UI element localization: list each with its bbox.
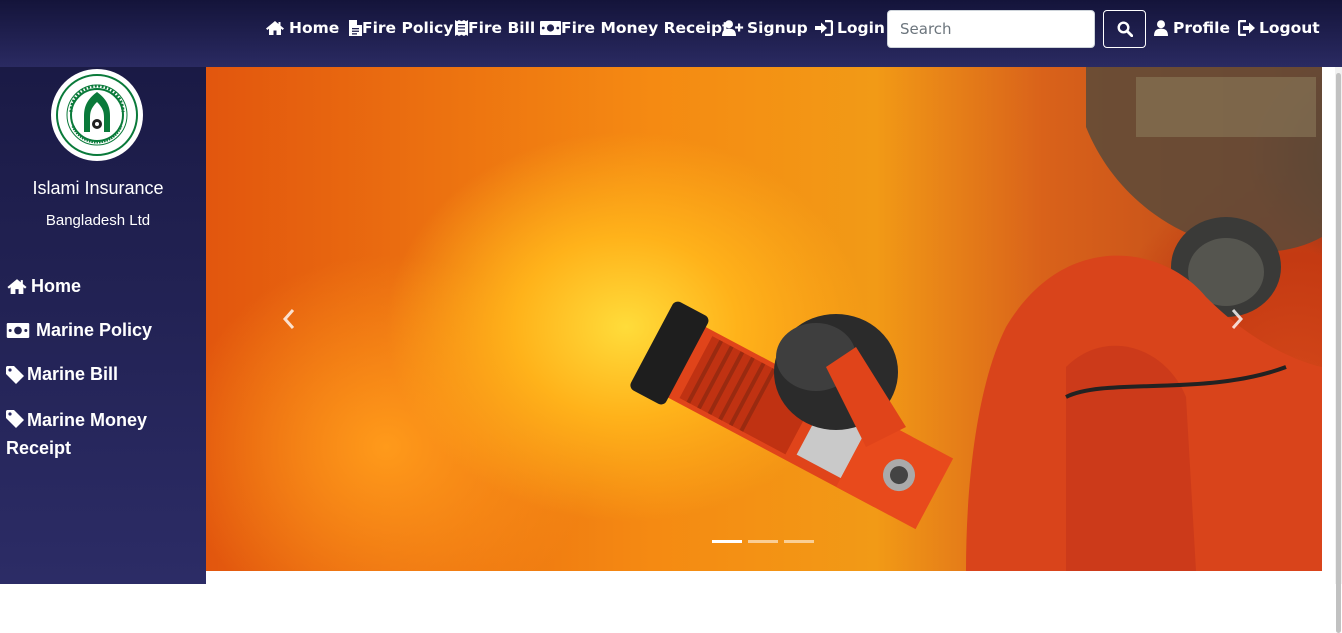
nav-logout-label: Logout bbox=[1259, 19, 1320, 37]
nav-signup[interactable]: Signup bbox=[722, 19, 808, 37]
chevron-left-icon bbox=[282, 309, 295, 329]
tag-icon bbox=[6, 410, 24, 428]
sidebar-item-label: Home bbox=[31, 276, 82, 296]
brand-name: Islami Insurance bbox=[32, 178, 164, 198]
nav-fire-bill[interactable]: Fire Bill bbox=[455, 19, 535, 37]
carousel-indicator-3[interactable] bbox=[784, 540, 814, 543]
brand-subtitle: Bangladesh Ltd bbox=[45, 212, 151, 229]
user-plus-icon bbox=[722, 20, 744, 36]
search-button[interactable] bbox=[1103, 10, 1146, 48]
nav-home-label: Home bbox=[289, 19, 340, 37]
user-icon bbox=[1154, 20, 1168, 36]
money-bill-icon bbox=[540, 21, 561, 35]
nav-fire-money-receipt[interactable]: Fire Money Receipt bbox=[540, 19, 730, 37]
firefighter-image bbox=[630, 67, 1322, 571]
nav-profile[interactable]: Profile bbox=[1154, 19, 1230, 37]
sidebar-item-marine-policy[interactable]: Marine Policy bbox=[6, 316, 152, 344]
nav-logout[interactable]: Logout bbox=[1238, 19, 1320, 37]
sidebar-item-label: Marine Policy bbox=[36, 320, 153, 340]
nav-fire-policy[interactable]: Fire Policy bbox=[349, 19, 453, 37]
tag-icon bbox=[6, 366, 24, 384]
carousel-indicator-1[interactable] bbox=[712, 540, 742, 543]
carousel-prev-button[interactable] bbox=[274, 304, 304, 334]
money-bill-icon bbox=[6, 323, 30, 338]
scrollbar-thumb[interactable] bbox=[1336, 73, 1341, 633]
carousel-indicator-2[interactable] bbox=[748, 540, 778, 543]
top-navbar: Home Fire Policy Fire Bill Fire Money Re… bbox=[0, 0, 1342, 67]
logo-emblem bbox=[56, 74, 138, 156]
nav-home[interactable]: Home bbox=[265, 19, 339, 37]
page-scrollbar[interactable] bbox=[1335, 67, 1342, 633]
chevron-right-icon bbox=[1231, 309, 1244, 329]
home-icon bbox=[266, 21, 284, 35]
nav-profile-label: Profile bbox=[1173, 19, 1230, 37]
carousel-indicators bbox=[712, 540, 814, 543]
file-icon bbox=[349, 20, 362, 36]
nav-fire-money-receipt-label: Fire Money Receipt bbox=[561, 19, 730, 37]
carousel-next-button[interactable] bbox=[1222, 304, 1252, 334]
sidebar-item-label: Marine Money Receipt bbox=[6, 410, 148, 458]
nav-login-label: Login bbox=[837, 19, 885, 37]
sidebar: Islami Insurance Bangladesh Ltd Home Mar… bbox=[0, 67, 206, 584]
company-logo bbox=[51, 69, 143, 161]
search-input[interactable] bbox=[887, 10, 1095, 48]
hero-carousel bbox=[206, 67, 1322, 571]
nav-fire-policy-label: Fire Policy bbox=[362, 19, 454, 37]
sidebar-item-marine-money-receipt[interactable]: Marine Money Receipt bbox=[6, 404, 196, 462]
sidebar-item-label: Marine Bill bbox=[27, 364, 119, 384]
nav-login[interactable]: Login bbox=[815, 19, 885, 37]
receipt-icon bbox=[455, 20, 468, 36]
nav-signup-label: Signup bbox=[747, 19, 808, 37]
sidebar-item-marine-bill[interactable]: Marine Bill bbox=[6, 360, 118, 388]
home-icon bbox=[7, 279, 27, 294]
sign-in-icon bbox=[815, 20, 833, 36]
search-icon bbox=[1116, 21, 1133, 37]
sign-out-icon bbox=[1238, 20, 1255, 36]
nav-fire-bill-label: Fire Bill bbox=[468, 19, 536, 37]
sidebar-item-home[interactable]: Home bbox=[6, 272, 81, 300]
